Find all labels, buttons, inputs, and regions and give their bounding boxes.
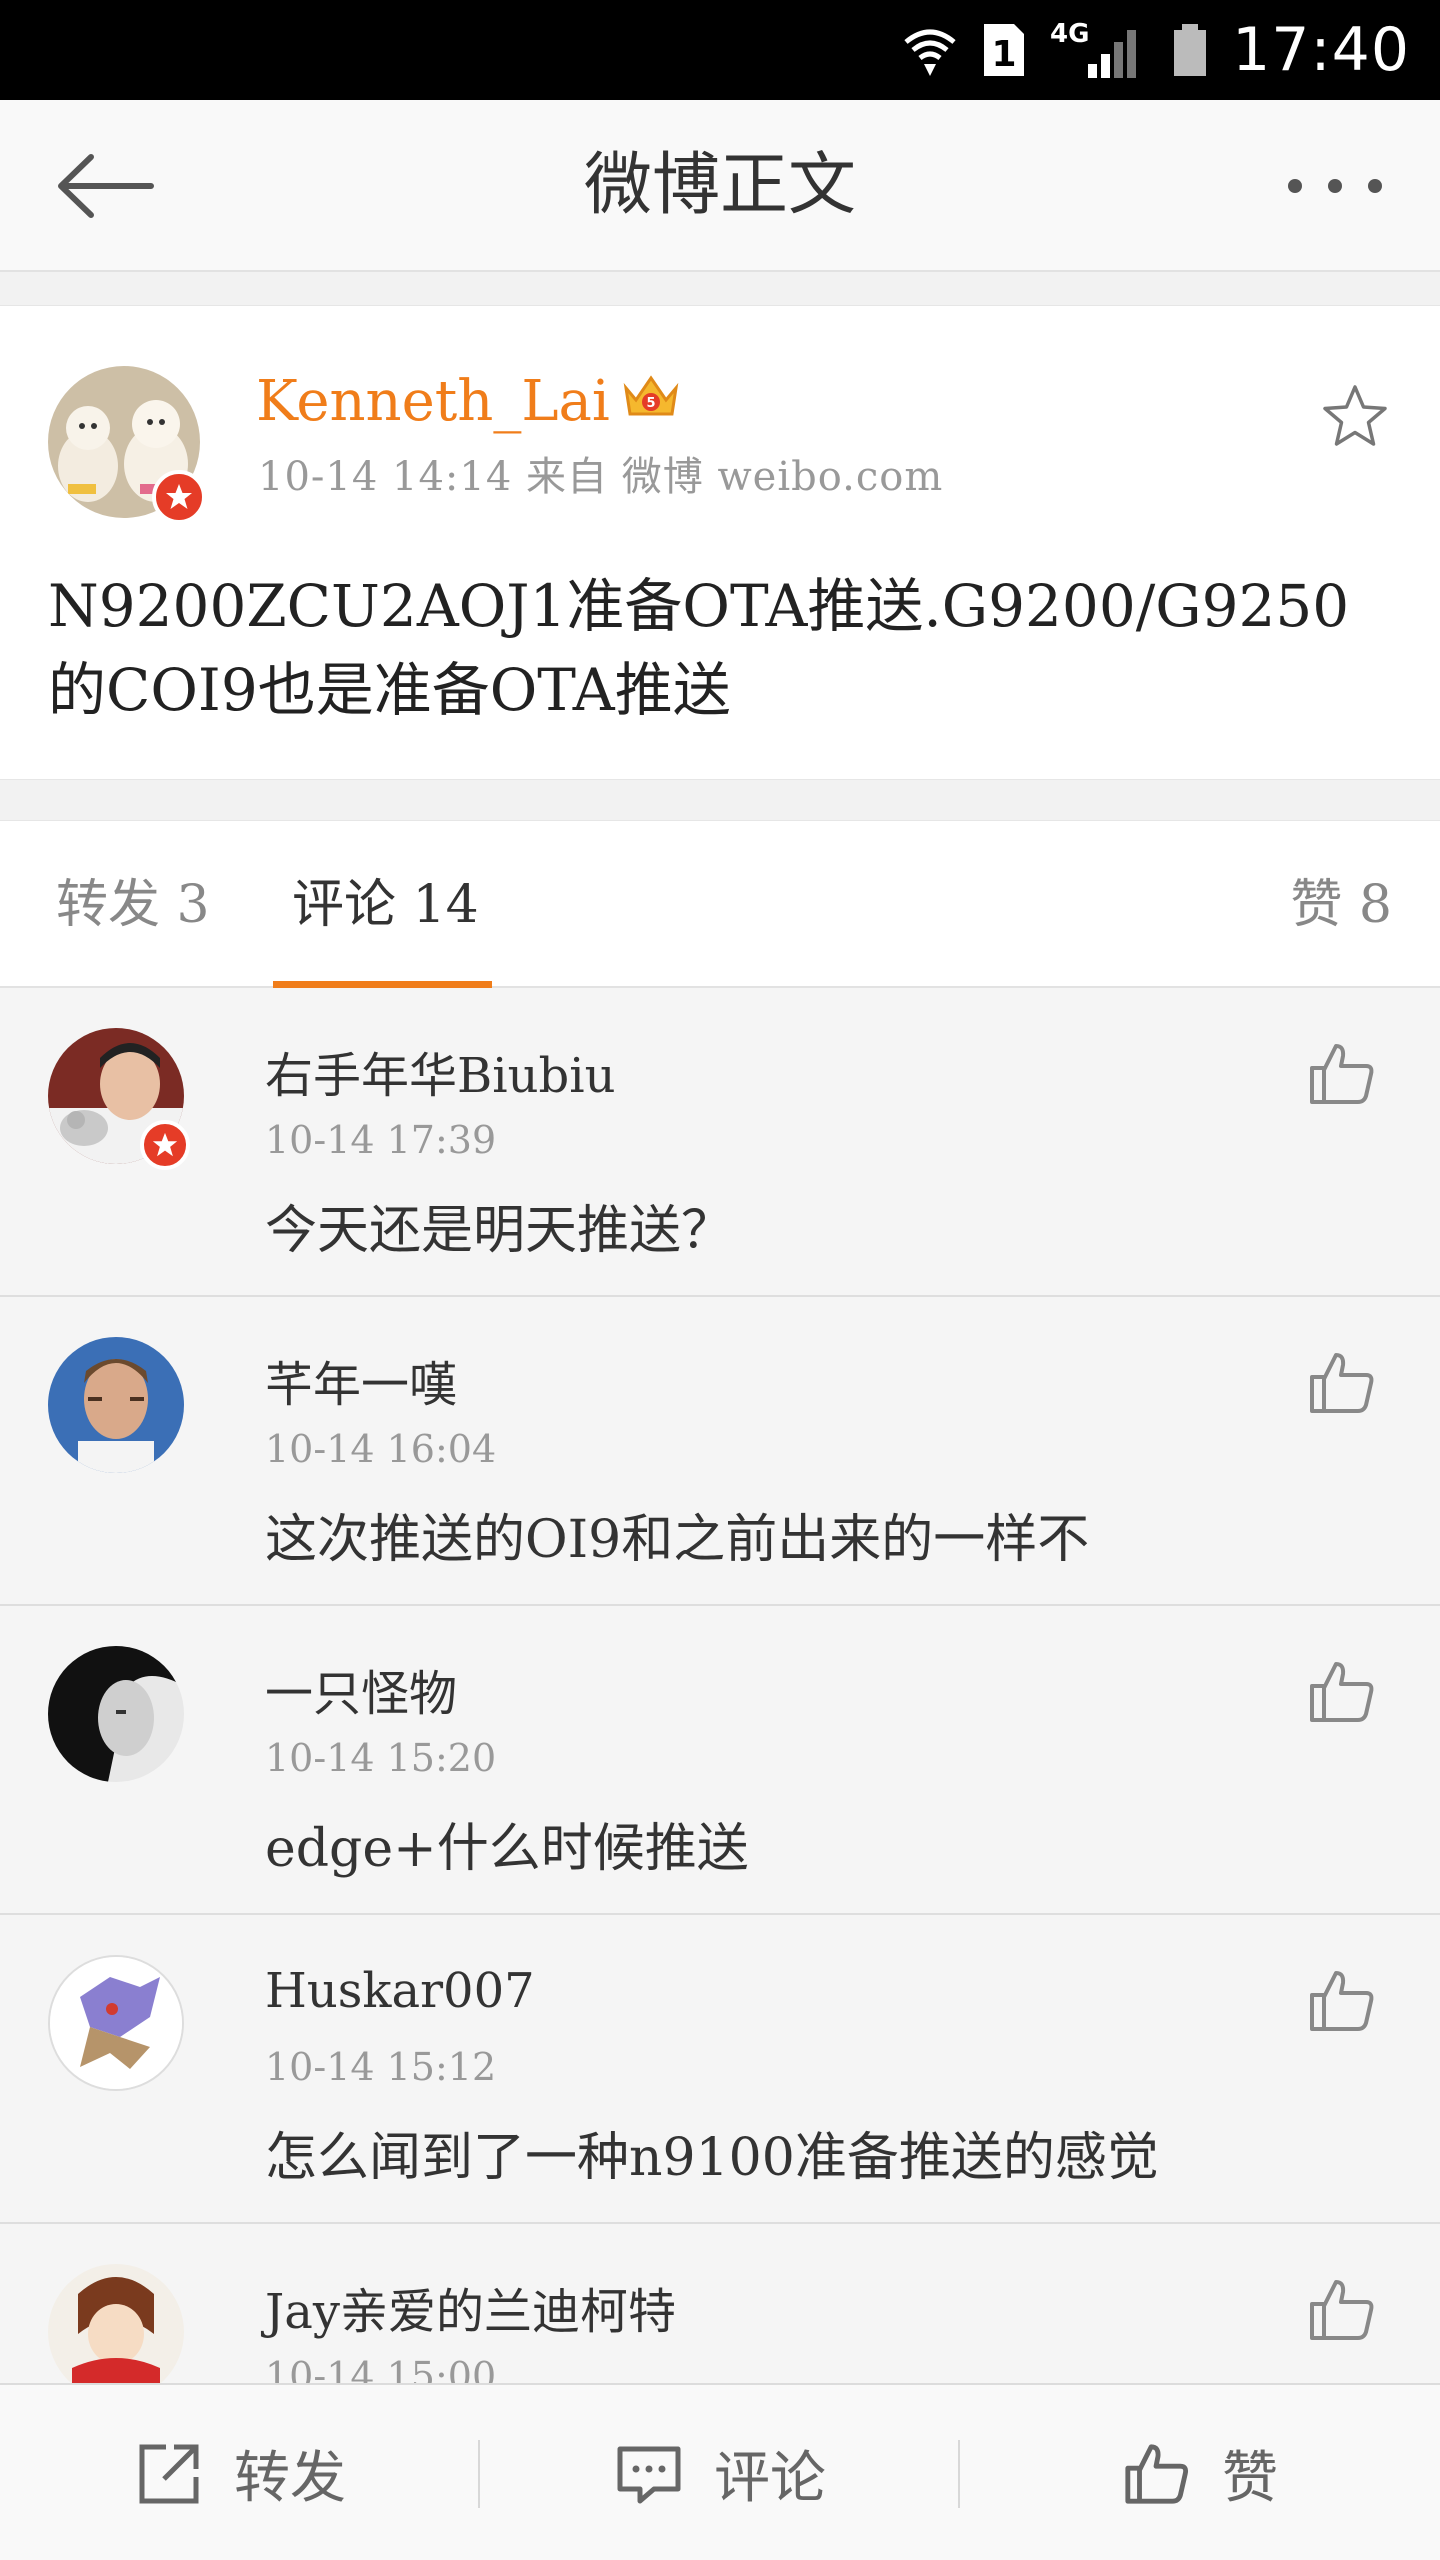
post-text: N9200ZCU2AOJ1准备OTA推送.G9200/G9250的COI9也是准…: [48, 572, 1350, 724]
thumbs-up-icon: [1310, 1353, 1374, 1413]
comment-bubble-icon: [617, 2446, 681, 2503]
commenter-name[interactable]: 一只怪物: [265, 1654, 457, 1724]
tabs-bar: 转发 3 评论 14 赞 8: [0, 820, 1440, 989]
commenter-avatar[interactable]: [48, 1646, 184, 1782]
svg-text:5: 5: [646, 396, 655, 411]
tab-reposts[interactable]: 转发 3: [56, 821, 210, 989]
comment-button[interactable]: 评论: [480, 2385, 960, 2560]
more-dot: [1288, 179, 1302, 193]
svg-text:1: 1: [992, 34, 1017, 75]
comment-time: 10-14 17:39: [265, 1118, 497, 1162]
back-arrow-icon: [58, 154, 154, 218]
svg-text:4G: 4G: [1050, 20, 1089, 49]
commenter-name[interactable]: Jay亲爱的兰迪柯特: [265, 2272, 676, 2342]
commenter-avatar[interactable]: [48, 1955, 184, 2091]
thumbs-up-icon: [1310, 2280, 1374, 2340]
signal-4g-icon: 4G: [1048, 20, 1148, 80]
avatar: [48, 1646, 184, 1782]
post-author-avatar[interactable]: [48, 366, 206, 524]
comment-text: 怎么闻到了一种n9100准备推送的感觉: [265, 2128, 1159, 2188]
comment-like-button[interactable]: [1306, 1656, 1378, 1728]
avatar: [48, 2264, 184, 2400]
tab-likes[interactable]: 赞 8: [1290, 821, 1392, 989]
comment-list: 右手年华Biubiu 10-14 17:39 今天还是明天推送？ 芊年一嘆 10…: [0, 988, 1440, 2533]
star-icon: [1323, 385, 1387, 446]
post-author[interactable]: Kenneth_Lai 5: [256, 366, 682, 436]
comment-like-button[interactable]: [1306, 1038, 1378, 1110]
thumbs-up-icon: [1125, 2443, 1189, 2504]
thumbs-up-icon: [1310, 1662, 1374, 1722]
comment-text: edge+什么时候推送: [265, 1819, 749, 1879]
bottom-toolbar: 转发 评论 赞: [0, 2383, 1440, 2560]
more-dot: [1368, 179, 1382, 193]
status-time: 17:40: [1232, 15, 1410, 85]
comment-like-button[interactable]: [1306, 1347, 1378, 1419]
comment-like-button[interactable]: [1306, 2274, 1378, 2346]
avatar: [48, 1955, 184, 2091]
verified-badge-icon: [152, 470, 206, 524]
comment-label: 评论: [714, 2446, 826, 2511]
repost-label: 转发: [234, 2446, 346, 2511]
more-dot: [1328, 179, 1342, 193]
comment-time: 10-14 16:04: [265, 1427, 497, 1471]
share-icon: [139, 2444, 199, 2503]
commenter-avatar[interactable]: [48, 2264, 184, 2400]
commenter-name[interactable]: Huskar007: [265, 1963, 535, 2019]
back-button[interactable]: [50, 140, 160, 232]
comment-time: 10-14 15:20: [265, 1736, 497, 1780]
page-title: 微博正文: [583, 146, 856, 225]
comment-item[interactable]: 一只怪物 10-14 15:20 edge+什么时候推送: [0, 1606, 1440, 1915]
tab-comments[interactable]: 评论 14: [292, 821, 479, 989]
commenter-avatar[interactable]: [48, 1337, 184, 1473]
battery-icon: [1170, 20, 1210, 80]
post-card: Kenneth_Lai 5 10-14 14:14 来自 微博 weibo.co…: [0, 305, 1440, 780]
favorite-button[interactable]: [1320, 382, 1390, 452]
status-bar: 1 4G 17:40: [0, 0, 1440, 100]
title-bar: 微博正文: [0, 100, 1440, 272]
like-label: 赞: [1222, 2446, 1278, 2511]
commenter-name[interactable]: 芊年一嘆: [265, 1345, 457, 1415]
post-author-name[interactable]: Kenneth_Lai: [256, 369, 610, 434]
comment-item[interactable]: 芊年一嘆 10-14 16:04 这次推送的OI9和之前出来的一样不: [0, 1297, 1440, 1606]
more-button[interactable]: [1280, 160, 1390, 212]
comment-text: 今天还是明天推送？: [265, 1201, 734, 1261]
verified-badge-icon: [140, 1120, 190, 1170]
wifi-icon: [900, 20, 960, 80]
commenter-name[interactable]: 右手年华Biubiu: [265, 1036, 616, 1106]
post-meta: 10-14 14:14 来自 微博 weibo.com: [258, 454, 944, 500]
comment-text: 这次推送的OI9和之前出来的一样不: [265, 1510, 1090, 1570]
comment-item[interactable]: Huskar007 10-14 15:12 怎么闻到了一种n9100准备推送的感…: [0, 1915, 1440, 2224]
repost-button[interactable]: 转发: [0, 2385, 480, 2560]
like-button[interactable]: 赞: [960, 2385, 1440, 2560]
comment-item[interactable]: 右手年华Biubiu 10-14 17:39 今天还是明天推送？: [0, 988, 1440, 1297]
commenter-avatar[interactable]: [48, 1028, 190, 1170]
thumbs-up-icon: [1310, 1044, 1374, 1104]
avatar: [48, 1337, 184, 1473]
crown-vip-icon: 5: [620, 366, 682, 436]
comment-time: 10-14 15:12: [265, 2045, 497, 2089]
comment-like-button[interactable]: [1306, 1965, 1378, 2037]
sim-card-icon: 1: [982, 22, 1026, 78]
thumbs-up-icon: [1310, 1971, 1374, 2031]
